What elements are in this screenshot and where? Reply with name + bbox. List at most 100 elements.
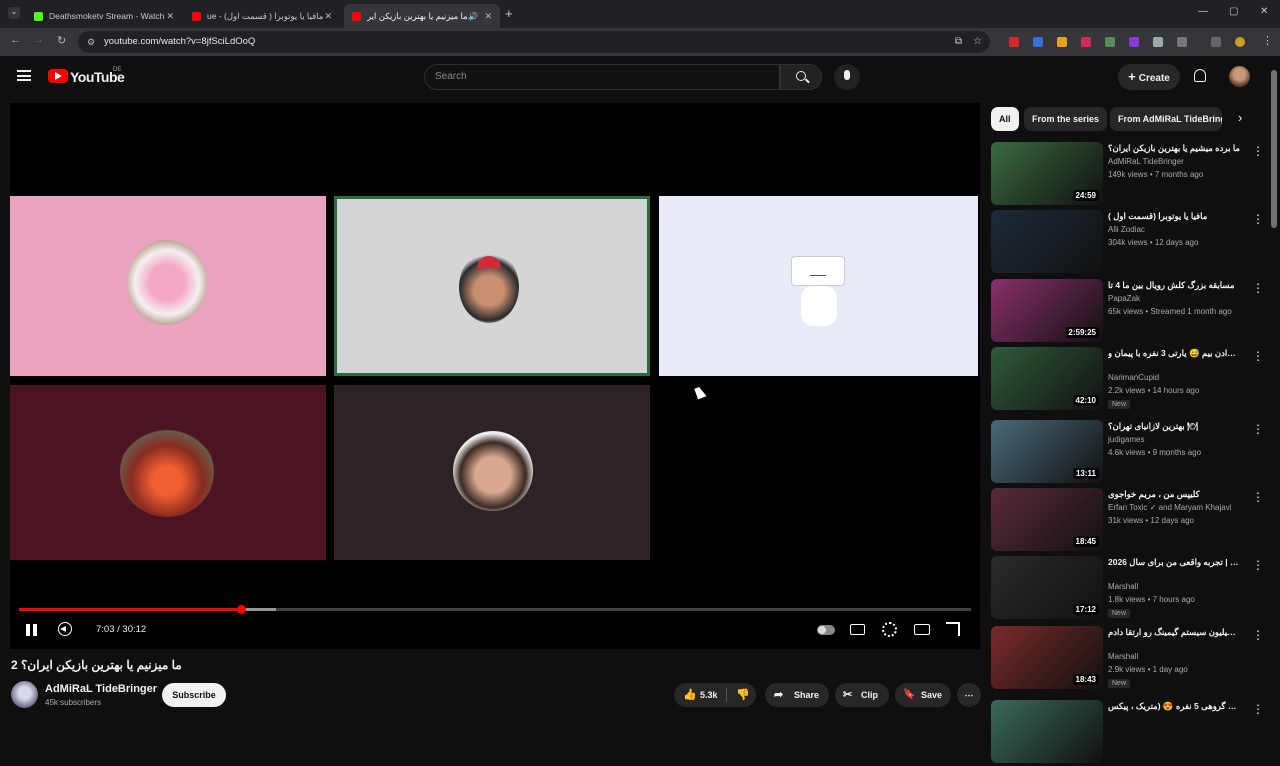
back-arrow-icon[interactable]: ← [10, 34, 21, 46]
channel-name[interactable]: AdMiRaL TideBringer [45, 683, 157, 695]
video-thumbnail[interactable]: 24:59 [991, 142, 1103, 205]
forward-arrow-icon[interactable]: → [33, 34, 44, 46]
chevron-right-icon[interactable]: › [1238, 110, 1242, 125]
extension-orange-icon[interactable] [1057, 37, 1067, 47]
extension-red-icon[interactable] [1009, 37, 1019, 47]
account-avatar[interactable] [1229, 66, 1250, 87]
save-button[interactable]: 🔖 Save [895, 683, 951, 707]
site-info-icon[interactable]: ⚙ [87, 31, 95, 53]
share-button[interactable]: ➦ Share [765, 683, 829, 707]
recommendation-channel[interactable]: Erfan Toxic ✓ and Maryam Khajavi [1108, 503, 1232, 512]
recommendation-item[interactable]: دیت گروهی 5 نفره 😍 (متریک ، پیکس ⋮ [990, 700, 1280, 766]
recommendation-item[interactable]: 24:59 ما برده میشیم یا بهترین بازیکن ایرا… [990, 142, 1280, 208]
bookmark-star-icon[interactable]: ☆ [973, 31, 982, 53]
extension-green-icon[interactable] [1105, 37, 1115, 47]
recommendation-channel[interactable]: AdMiRaL TideBringer [1108, 157, 1184, 166]
browser-tab-3-active[interactable]: ما میزنیم یا بهترین بازیکن ایر 🔊 ✕ [344, 4, 500, 28]
youtube-logo-icon[interactable] [48, 69, 68, 83]
recommendation-title[interactable]: کلیپس من ، مریم خواجوی [1108, 489, 1240, 500]
chip-all[interactable]: All [991, 107, 1019, 131]
subtitles-icon[interactable] [850, 624, 865, 635]
more-options-icon[interactable]: ⋮ [1252, 628, 1264, 642]
recommendation-item[interactable]: 17:12 کسب درآمد از یوتیوب با هوش مصنوعی |… [990, 556, 1280, 622]
theater-mode-icon[interactable] [914, 624, 930, 635]
recommendation-channel[interactable]: PapaZak [1108, 294, 1140, 303]
recommendation-channel[interactable]: Alli Zodiac [1108, 225, 1145, 234]
recommendation-channel[interactable]: judigames [1108, 435, 1144, 444]
autoplay-toggle[interactable] [817, 625, 835, 635]
recommendation-title[interactable]: بهترین لازانیای تهران؟ 🍽 [1108, 421, 1240, 432]
tab-search-button[interactable]: ⌄ [8, 7, 20, 19]
recommendation-item[interactable]: 2:59:25 مسابقه بزرگ کلش رویال بین ما 4 تا… [990, 279, 1280, 345]
chip-from-channel[interactable]: From AdMiRaL TideBringer [1110, 107, 1222, 131]
close-icon[interactable]: ✕ [166, 11, 174, 22]
video-thumbnail[interactable]: 42:10 [991, 347, 1103, 410]
recommendation-item[interactable]: 18:43 با ۵۵۰ میلیون سیستم گیمینگ رو ارتقا… [990, 626, 1280, 692]
video-thumbnail[interactable] [991, 210, 1103, 273]
video-thumbnail[interactable] [991, 700, 1103, 763]
fullscreen-icon[interactable] [946, 622, 960, 636]
video-thumbnail[interactable]: 13:11 [991, 420, 1103, 483]
pause-button[interactable] [26, 624, 37, 636]
extension-shield-icon[interactable] [1153, 37, 1163, 47]
search-button[interactable] [780, 64, 822, 90]
scrubber-handle[interactable] [236, 605, 246, 614]
video-thumbnail[interactable]: 18:45 [991, 488, 1103, 551]
recommendation-title[interactable]: با ۵۵۰ میلیون سیستم گیمینگ رو ارتقا دادم… [1108, 627, 1240, 638]
maximize-button[interactable]: ▢ [1229, 6, 1238, 17]
recommendation-title[interactable]: رمپیج ندادن بیم 😅 یارتی 3 نفره با پیمان … [1108, 348, 1240, 359]
minimize-button[interactable]: — [1198, 6, 1208, 17]
video-thumbnail[interactable]: 2:59:25 [991, 279, 1103, 342]
video-thumbnail[interactable]: 18:43 [991, 626, 1103, 689]
recommendation-item[interactable]: مافیا یا یوتوبرا (قسمت اول ) Alli Zodiac 3… [990, 210, 1280, 276]
more-options-icon[interactable]: ⋮ [1252, 349, 1264, 363]
chip-from-the-series[interactable]: From the series [1024, 107, 1108, 131]
channel-avatar[interactable] [11, 681, 38, 708]
browser-tab-1[interactable]: Deathsmoketv Stream - Watch ✕ [26, 4, 182, 28]
reload-icon[interactable]: ↻ [57, 34, 66, 47]
recommendation-item[interactable]: 18:45 کلیپس من ، مریم خواجوی Erfan Toxic ✓… [990, 488, 1280, 554]
recommendation-title[interactable]: مافیا یا یوتوبرا (قسمت اول ) [1108, 211, 1240, 222]
browser-menu-icon[interactable]: ⋮ [1262, 34, 1273, 47]
subscribe-button[interactable]: Subscribe [162, 683, 226, 707]
volume-button[interactable] [58, 622, 72, 636]
clip-button[interactable]: ✂ Clip [835, 683, 889, 707]
recommendation-item[interactable]: 13:11 بهترین لازانیای تهران؟ 🍽 judigames 4.… [990, 420, 1280, 486]
create-button[interactable]: + Create [1118, 64, 1180, 90]
extensions-puzzle-icon[interactable] [1177, 37, 1187, 47]
recommendation-channel[interactable]: Marshall [1108, 582, 1138, 591]
more-options-icon[interactable]: ⋮ [1252, 422, 1264, 436]
more-options-icon[interactable]: ⋮ [1252, 281, 1264, 295]
more-options-icon[interactable]: ⋮ [1252, 702, 1264, 716]
extension-purple-icon[interactable] [1129, 37, 1139, 47]
more-options-icon[interactable]: ⋮ [1252, 490, 1264, 504]
like-count[interactable]: 5.3k [700, 683, 718, 707]
progress-bar[interactable] [19, 605, 971, 614]
close-icon[interactable]: ✕ [324, 11, 332, 22]
recommendation-title[interactable]: دیت گروهی 5 نفره 😍 (متریک ، پیکس [1108, 701, 1240, 712]
profile-avatar-icon[interactable] [1235, 37, 1245, 47]
video-player[interactable] [10, 103, 980, 649]
recommendation-title[interactable]: ما برده میشیم یا بهترین بازیکن ایران؟ [1108, 143, 1240, 154]
recommendation-channel[interactable]: NarimanCupid [1108, 373, 1159, 382]
recommendation-item[interactable]: 42:10 رمپیج ندادن بیم 😅 یارتی 3 نفره با پ… [990, 347, 1280, 413]
sidebar-scrollbar[interactable] [1271, 70, 1277, 228]
thumbs-up-icon[interactable]: 👍 [683, 683, 697, 707]
recommendation-channel[interactable]: Marshall [1108, 652, 1138, 661]
close-icon[interactable]: ✕ [484, 11, 492, 22]
more-options-icon[interactable]: ⋮ [1252, 144, 1264, 158]
install-icon[interactable]: ⧉ [955, 31, 962, 53]
menu-hamburger-icon[interactable] [17, 70, 31, 81]
more-options-icon[interactable]: ⋮ [1252, 212, 1264, 226]
extension-pink-icon[interactable] [1081, 37, 1091, 47]
address-bar[interactable]: ⚙ youtube.com/watch?v=8jfSciLdOoQ ⧉ ☆ [78, 31, 990, 53]
settings-gear-icon[interactable] [882, 622, 897, 637]
recommendation-title[interactable]: کسب درآمد از یوتیوب با هوش مصنوعی | تجرب… [1108, 557, 1240, 568]
browser-tab-2[interactable]: ue - (مافیا یا یوتوبرا ( قسمت اول ✕ [184, 4, 340, 28]
more-actions-button[interactable]: ⋯ [957, 683, 981, 707]
speaker-icon[interactable]: 🔊 [468, 12, 478, 21]
extension-blue-icon[interactable] [1033, 37, 1043, 47]
video-thumbnail[interactable]: 17:12 [991, 556, 1103, 619]
search-input[interactable]: Search [424, 64, 780, 90]
window-close-button[interactable]: ✕ [1260, 6, 1268, 17]
